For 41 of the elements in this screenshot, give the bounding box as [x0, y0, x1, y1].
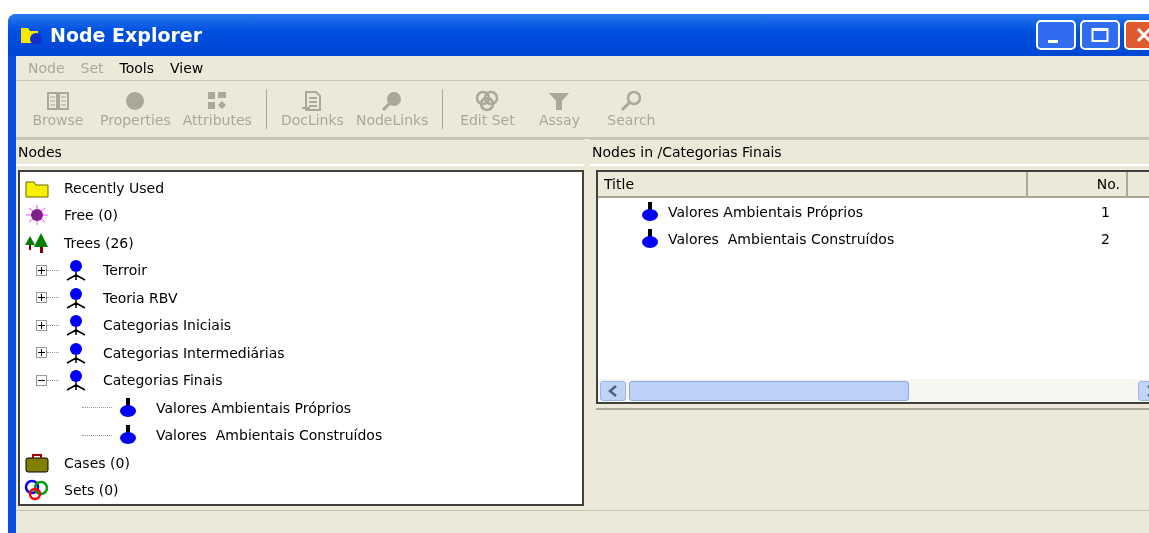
- expander-toggle[interactable]: [36, 374, 47, 386]
- tree-item[interactable]: Free (0): [64, 207, 118, 224]
- tree-item[interactable]: Cases (0): [64, 454, 130, 471]
- menu-item[interactable]: View: [162, 60, 212, 76]
- horizontal-scrollbar[interactable]: [598, 379, 1149, 402]
- column-header[interactable]: No.: [1028, 172, 1128, 196]
- close-icon: [1136, 27, 1149, 43]
- tree-item[interactable]: Categorias Finais: [103, 372, 223, 389]
- book-icon: [45, 90, 71, 112]
- sets-icon: [24, 479, 50, 502]
- question-burst-icon: [24, 204, 50, 227]
- expander-toggle[interactable]: [36, 292, 47, 304]
- expander-toggle[interactable]: [36, 264, 47, 276]
- pane-title: Nodes in /Categorias Finais: [590, 139, 1149, 166]
- rings-icon: [474, 90, 501, 112]
- trees-icon: [24, 231, 50, 254]
- list-item[interactable]: Valores Ambientais Próprios: [668, 203, 1024, 220]
- minimize-icon: [1048, 39, 1058, 43]
- minimize-button[interactable]: [1036, 20, 1076, 50]
- table-cell-text: 1: [1100, 203, 1111, 220]
- tree-item[interactable]: Valores Ambientais Construídos: [156, 427, 383, 444]
- maximize-icon: [1091, 27, 1109, 43]
- column-header[interactable]: Title: [598, 172, 1028, 196]
- expander-toggle[interactable]: [36, 347, 47, 359]
- list-item[interactable]: Valores Ambientais Construídos: [668, 230, 1024, 247]
- tree-item[interactable]: Valores Ambientais Próprios: [156, 399, 352, 416]
- window-title: Node Explorer: [50, 24, 203, 46]
- expander-toggle[interactable]: [36, 319, 47, 331]
- menu-item[interactable]: Tools: [111, 60, 163, 76]
- briefcase-icon: [24, 451, 50, 474]
- tree-item[interactable]: Terroir: [103, 262, 147, 279]
- tree-item[interactable]: Teoria RBV: [103, 289, 178, 306]
- tree-item[interactable]: Sets (0): [64, 482, 119, 499]
- maximize-button[interactable]: [1080, 20, 1120, 50]
- tree-item[interactable]: Categorias Iniciais: [103, 317, 232, 334]
- tree-item[interactable]: Trees (26): [64, 234, 134, 251]
- tree-item[interactable]: Recently Used: [64, 179, 165, 196]
- pane-title: Nodes: [16, 139, 584, 166]
- folder-icon: [20, 25, 44, 45]
- table-cell-text: 2: [1100, 230, 1111, 247]
- tree-item[interactable]: Categorias Intermediárias: [103, 344, 285, 361]
